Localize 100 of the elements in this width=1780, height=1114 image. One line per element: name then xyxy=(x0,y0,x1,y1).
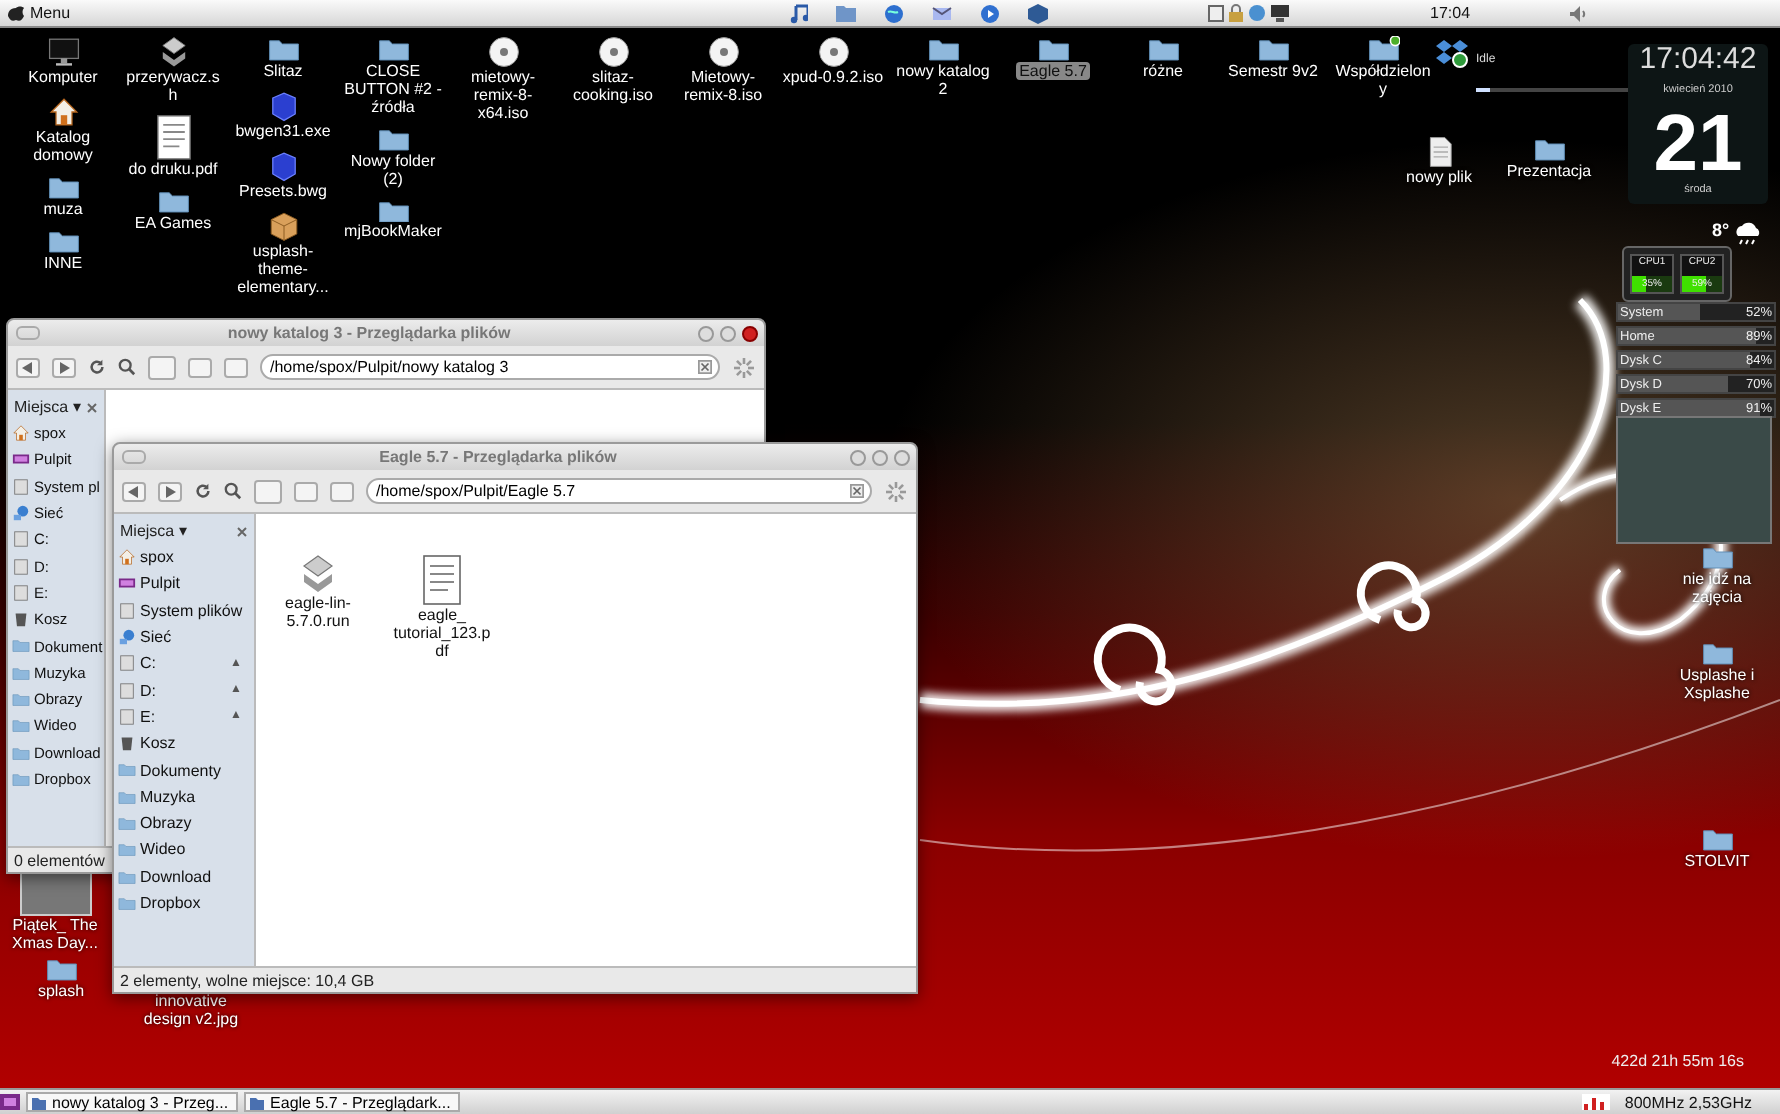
folder-icon[interactable] xyxy=(836,3,857,21)
place-item[interactable]: spox xyxy=(114,544,254,571)
icon-label[interactable]: Nowy folder (2) xyxy=(338,151,448,188)
house-icon xyxy=(118,548,136,567)
reload-icon[interactable] xyxy=(88,358,106,376)
icon-label[interactable]: Prezentacja xyxy=(1502,161,1596,180)
icon-label[interactable]: nowy katalog 2 xyxy=(888,61,998,98)
icon-label[interactable]: Współdzielony xyxy=(1328,61,1438,98)
icon-label[interactable]: Semestr 9v2 xyxy=(1224,61,1322,80)
icon-label[interactable]: Komputer xyxy=(24,68,102,86)
icon-label[interactable]: Slitaz xyxy=(259,61,307,80)
network-icon xyxy=(12,504,30,523)
icon-label[interactable]: Katalog domowy xyxy=(8,128,118,164)
menu-button[interactable]: Menu xyxy=(30,4,71,22)
place-item[interactable]: Dropbox xyxy=(114,889,254,917)
icon-label[interactable]: Piątek_ The Xmas Day... xyxy=(0,916,110,952)
toolbar-toggle-button[interactable] xyxy=(16,326,40,340)
clipboard-icon[interactable] xyxy=(1208,4,1225,22)
desktop-icon[interactable] xyxy=(0,1094,20,1110)
icon-label[interactable]: innovative design v2.jpg xyxy=(136,992,246,1028)
file-label[interactable]: eagle-lin-5.7.0.run xyxy=(268,594,368,630)
icon-label[interactable]: usplash-theme-elementary... xyxy=(228,241,338,296)
place-item[interactable]: Kosz xyxy=(114,730,254,757)
icon-label[interactable]: INNE xyxy=(39,253,87,272)
close-icon[interactable] xyxy=(236,525,248,537)
place-item[interactable]: Pulpit xyxy=(114,570,254,598)
calendar-day: 21 xyxy=(1653,104,1743,184)
icon-label[interactable]: xpud-0.9.2.iso xyxy=(778,68,888,86)
minimize-button[interactable] xyxy=(850,449,866,465)
icon-label[interactable]: Presets.bwg xyxy=(234,181,332,200)
places-header[interactable]: Miejsca ▾ xyxy=(14,398,81,416)
drive-icon xyxy=(118,601,136,620)
folder-icon xyxy=(377,197,409,223)
play-icon[interactable] xyxy=(980,3,1001,23)
taskbar-button[interactable]: Eagle 5.7 - Przeglądark... xyxy=(244,1092,461,1112)
icon-label[interactable]: Eagle 5.7 xyxy=(1015,61,1091,80)
document-icon xyxy=(155,114,191,161)
disc-icon xyxy=(597,36,629,68)
place-item[interactable]: Dokumenty xyxy=(114,756,254,784)
folder-icon xyxy=(45,956,77,982)
network-icon[interactable] xyxy=(1270,4,1291,22)
globe-icon[interactable] xyxy=(884,3,905,23)
clock-time: 17:04:42 xyxy=(1639,42,1757,76)
trash-icon xyxy=(118,734,136,753)
speaker-icon[interactable] xyxy=(1570,5,1589,21)
minimize-button[interactable] xyxy=(698,325,714,341)
icon-label[interactable]: nowy plik xyxy=(1402,168,1476,186)
folder-icon xyxy=(267,36,299,62)
icon-label[interactable]: różne xyxy=(1138,61,1187,80)
script-icon xyxy=(298,554,338,594)
icon-label[interactable]: do druku.pdf xyxy=(124,160,222,179)
icon-label[interactable]: STOLVIT xyxy=(1680,851,1754,870)
uptime-text: 422d 21h 55m 16s xyxy=(1611,1052,1744,1070)
toolbar-toggle-button[interactable] xyxy=(122,450,146,464)
cube-icon[interactable] xyxy=(1028,3,1049,23)
icon-label[interactable]: muza xyxy=(39,199,87,218)
place-item[interactable]: Sieć xyxy=(114,623,254,651)
window-title: Eagle 5.7 - Przeglądarka plików xyxy=(377,448,619,466)
icon-label[interactable]: przerywacz.sh xyxy=(118,68,228,104)
folder-icon xyxy=(1701,640,1733,666)
icon-label[interactable]: Usplashe i Xsplashe xyxy=(1662,665,1772,702)
close-button[interactable] xyxy=(742,325,758,341)
file-label[interactable]: eagle_ tutorial_123.pdf xyxy=(392,606,492,660)
icon-label[interactable]: mietowy-remix-8-x64.iso xyxy=(448,68,558,122)
place-item[interactable]: Muzyka xyxy=(114,783,254,810)
path-field[interactable]: /home/spox/Pulpit/Eagle 5.7 xyxy=(366,478,872,504)
place-item[interactable]: System plików xyxy=(114,597,254,624)
places-header[interactable]: Miejsca ▾ xyxy=(120,522,187,540)
panel-clock[interactable]: 17:04 xyxy=(1430,4,1471,22)
icon-label[interactable]: mjBookMaker xyxy=(340,222,446,241)
icon-label[interactable]: slitaz-cooking.iso xyxy=(558,68,668,104)
close-icon[interactable] xyxy=(86,401,98,413)
maximize-button[interactable] xyxy=(872,449,888,465)
maximize-button[interactable] xyxy=(720,325,736,341)
dropbox-icon[interactable] xyxy=(1436,36,1468,68)
lock-icon[interactable] xyxy=(1228,4,1245,22)
mail-icon[interactable] xyxy=(932,3,953,23)
clear-icon[interactable] xyxy=(698,360,712,374)
back-button[interactable] xyxy=(122,481,146,501)
music-note-icon[interactable] xyxy=(790,3,809,23)
forward-button[interactable] xyxy=(52,357,76,377)
clear-icon[interactable] xyxy=(850,484,864,498)
back-button[interactable] xyxy=(16,357,40,377)
folder-icon xyxy=(377,36,409,62)
taskbar-button[interactable]: nowy katalog 3 - Przeg... xyxy=(26,1092,239,1112)
search-icon[interactable] xyxy=(224,482,242,500)
path-field[interactable]: /home/spox/Pulpit/nowy katalog 3 xyxy=(260,354,720,380)
icon-label[interactable]: splash xyxy=(33,981,89,1000)
search-icon[interactable] xyxy=(118,358,136,376)
network-icon xyxy=(118,628,136,647)
apple-icon[interactable] xyxy=(8,4,24,22)
icon-label[interactable]: EA Games xyxy=(130,214,216,233)
box-icon xyxy=(267,209,299,242)
icon-label[interactable]: bwgen31.exe xyxy=(231,121,335,140)
icon-label[interactable]: Mietowy-remix-8.iso xyxy=(668,68,778,104)
forward-button[interactable] xyxy=(158,481,182,501)
place-item[interactable]: Obrazy xyxy=(114,809,254,837)
folder-icon xyxy=(250,1095,265,1109)
reload-icon[interactable] xyxy=(194,482,212,500)
icon-label[interactable]: CLOSE BUTTON #2 - źródła xyxy=(338,61,448,116)
